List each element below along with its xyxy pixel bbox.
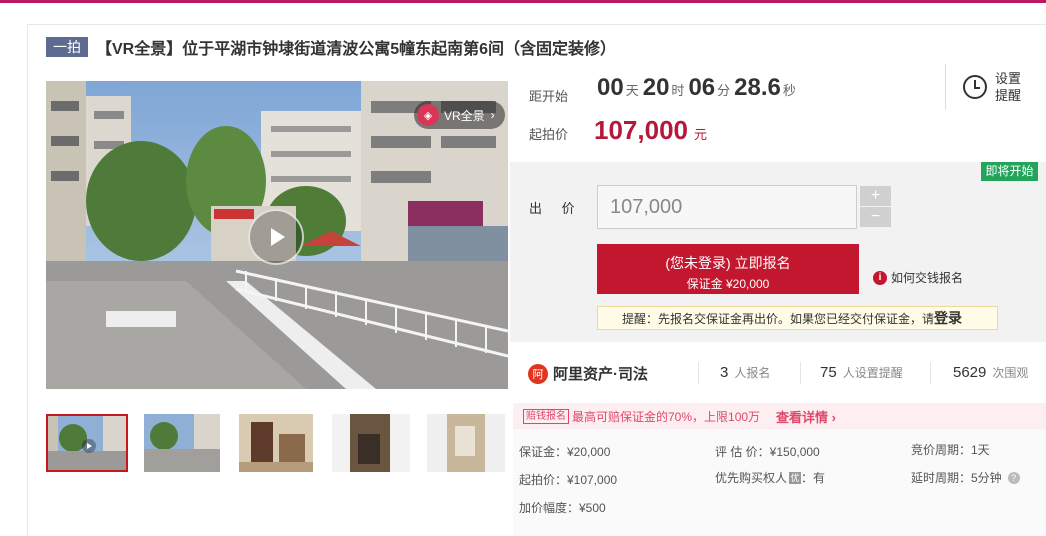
help-icon[interactable]: ? bbox=[1007, 471, 1020, 484]
set-reminder-button[interactable]: 设置提醒 bbox=[963, 70, 1023, 104]
start-price-label: 起拍价 bbox=[529, 127, 569, 142]
priority-icon: 优 bbox=[789, 471, 802, 484]
insurance-text: 最高可赔保证金的70%，上限100万 bbox=[572, 409, 761, 424]
play-video-button[interactable] bbox=[248, 209, 304, 265]
alarm-clock-icon bbox=[963, 75, 987, 99]
tip-text: 提醒：先报名交保证金再出价。如果您已经交付保证金，请 bbox=[622, 311, 935, 326]
auction-round-badge: 一拍 bbox=[46, 37, 88, 57]
login-tip: 提醒：先报名交保证金再出价。如果您已经交付保证金，请 登录 bbox=[597, 306, 998, 330]
register-deposit-label: 保证金 ¥20,000 bbox=[686, 277, 770, 291]
insurance-tag: 赔钱报名 bbox=[523, 408, 569, 424]
countdown-label: 距开始 bbox=[529, 89, 569, 104]
info-icon: i bbox=[873, 270, 887, 285]
ali-asset-logo-icon: 阿 bbox=[528, 363, 548, 384]
chevron-right-icon: › bbox=[490, 108, 495, 122]
delay-text: 延时周期：5分钟 bbox=[911, 471, 1002, 485]
thumbnail-3[interactable] bbox=[239, 414, 313, 472]
start-price-unit: 元 bbox=[693, 127, 707, 142]
spec-deposit: 保证金：¥20,000 bbox=[519, 445, 611, 459]
spec-delay: 延时周期：5分钟 ? bbox=[911, 469, 1020, 486]
days-unit: 天 bbox=[625, 83, 639, 98]
stat-registered: 3 人报名 bbox=[720, 364, 770, 381]
start-price-value: 107,000 bbox=[594, 115, 688, 145]
spec-cycle: 竞价周期：1天 bbox=[911, 443, 990, 457]
listing-title: 【VR全景】位于平湖市钟埭街道清波公寓5幢东起南第6间（含固定装修） bbox=[96, 41, 617, 58]
countdown-days: 00 bbox=[597, 74, 624, 101]
insurance-banner: 赔钱报名 最高可赔保证金的70%，上限100万 查看详情 › bbox=[513, 403, 1046, 429]
reminder-label: 设置提醒 bbox=[995, 71, 1022, 103]
stat-label: 次围观 bbox=[992, 366, 1029, 380]
how-to-pay-label: 如何交钱报名 bbox=[891, 271, 964, 285]
top-accent-line bbox=[0, 0, 1046, 3]
insurance-details-link[interactable]: 查看详情 › bbox=[776, 407, 836, 426]
stat-label: 人设置提醒 bbox=[842, 366, 903, 380]
bid-amount-input[interactable] bbox=[597, 185, 857, 229]
spec-start-price: 起拍价：¥107,000 bbox=[519, 473, 618, 487]
vr-panorama-button[interactable]: ◈ VR全景 › bbox=[414, 101, 505, 129]
thumbnail-4[interactable] bbox=[332, 414, 410, 472]
vr-logo-icon: ◈ bbox=[417, 104, 439, 126]
decrease-bid-button[interactable]: − bbox=[860, 207, 891, 227]
platform-logo: 阿 阿里资产·司法 bbox=[528, 363, 648, 384]
countdown-timer: 00 天 20 时 06 分 28.6 秒 bbox=[597, 74, 800, 102]
divider bbox=[698, 362, 699, 384]
stat-number: 5629 bbox=[953, 364, 987, 381]
thumbnail-2[interactable] bbox=[144, 414, 226, 472]
divider bbox=[800, 362, 801, 384]
divider bbox=[930, 362, 931, 384]
stat-views: 5629 次围观 bbox=[953, 364, 1028, 381]
thumbnail-5[interactable] bbox=[427, 414, 505, 472]
spec-appraisal: 评 估 价：¥150,000 bbox=[715, 445, 820, 459]
divider bbox=[945, 64, 946, 110]
register-button[interactable]: (您未登录) 立即报名 保证金 ¥20,000 bbox=[597, 244, 859, 294]
increase-bid-button[interactable]: + bbox=[860, 186, 891, 206]
priority-label: 优先购买权人 bbox=[715, 471, 788, 485]
seconds-unit: 秒 bbox=[782, 83, 796, 98]
stat-reminders: 75 人设置提醒 bbox=[820, 364, 903, 381]
thumbnail-1[interactable] bbox=[46, 414, 128, 472]
login-link[interactable]: 登录 bbox=[934, 308, 962, 328]
stat-number: 3 bbox=[720, 364, 729, 381]
start-price: 107,000 元 bbox=[594, 115, 707, 146]
stat-label: 人报名 bbox=[734, 366, 771, 380]
play-icon bbox=[271, 228, 285, 246]
status-badge: 即将开始 bbox=[981, 162, 1038, 181]
stat-number: 75 bbox=[820, 364, 837, 381]
how-to-pay-link[interactable]: i 如何交钱报名 bbox=[873, 269, 963, 286]
hours-unit: 时 bbox=[671, 83, 685, 98]
spec-priority: 优先购买权人 优 ：有 bbox=[715, 469, 825, 486]
countdown-minutes: 06 bbox=[688, 74, 716, 101]
title-row: 一拍 【VR全景】位于平湖市钟埭街道清波公寓5幢东起南第6间（含固定装修） bbox=[46, 36, 616, 58]
countdown-hours: 20 bbox=[642, 74, 670, 101]
countdown-seconds: 28.6 bbox=[734, 74, 781, 101]
minutes-unit: 分 bbox=[717, 83, 731, 98]
priority-value: ：有 bbox=[801, 471, 826, 485]
register-button-label: (您未登录) 立即报名 bbox=[665, 255, 791, 271]
platform-name: 阿里资产·司法 bbox=[553, 366, 648, 383]
spec-increment: 加价幅度：¥500 bbox=[519, 501, 606, 515]
vr-label: VR全景 bbox=[444, 108, 485, 123]
bid-label: 出 价 bbox=[529, 201, 583, 216]
